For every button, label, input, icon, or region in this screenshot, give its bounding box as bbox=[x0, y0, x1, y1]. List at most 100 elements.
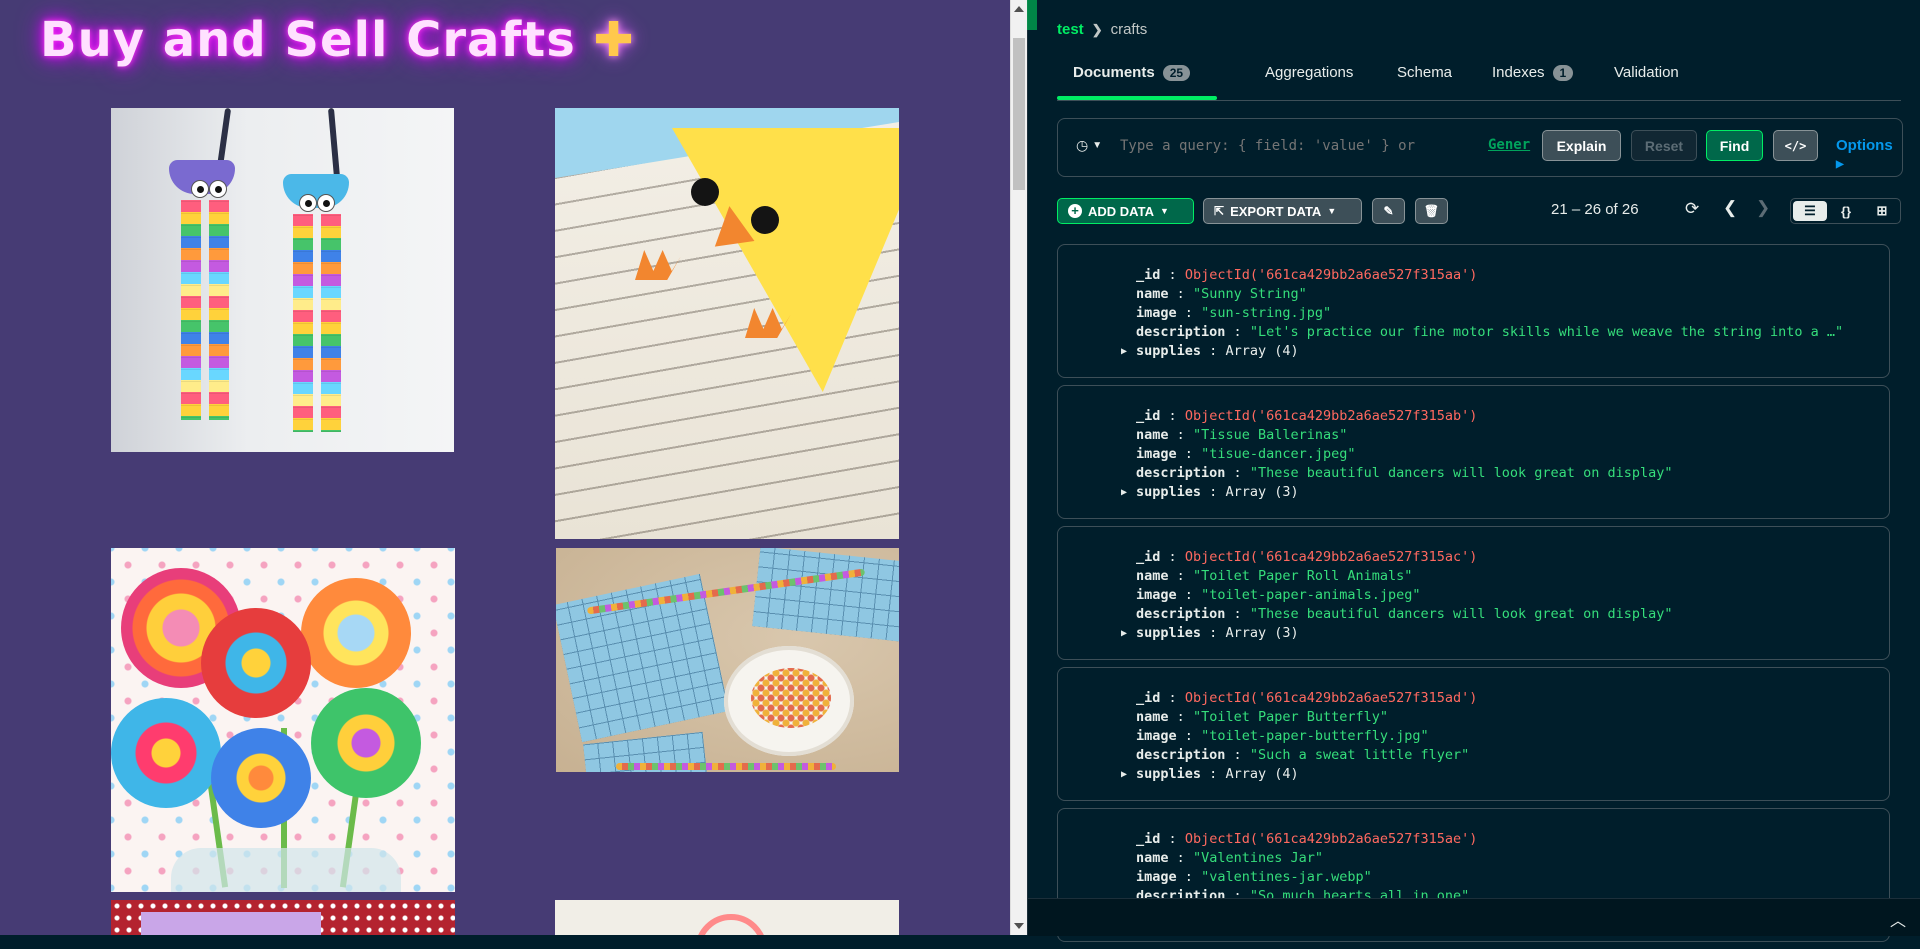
table-view-icon[interactable]: ⊞ bbox=[1865, 201, 1899, 221]
scrollbar-thumb[interactable] bbox=[1013, 38, 1025, 190]
tab-aggregations[interactable]: Aggregations bbox=[1265, 64, 1353, 81]
field-value: Array (3) bbox=[1225, 625, 1299, 641]
field-row: supplies : Array (4) bbox=[1136, 766, 1299, 782]
tab-documents[interactable]: Documents 25 bbox=[1073, 64, 1191, 81]
field-value: "Toilet Paper Roll Animals" bbox=[1192, 568, 1413, 584]
breadcrumb: test ❯ crafts bbox=[1057, 21, 1147, 38]
field-value: Array (4) bbox=[1225, 766, 1299, 782]
export-icon: ⇱ bbox=[1214, 204, 1225, 218]
field-value: ObjectId('661ca429bb2a6ae527f315ac') bbox=[1184, 549, 1478, 565]
breadcrumb-database[interactable]: test bbox=[1057, 21, 1084, 38]
query-bar: ◷ ▼ Gener Explain Reset Find </> Options… bbox=[1057, 118, 1903, 177]
trash-icon[interactable]: 🗑 bbox=[1415, 198, 1448, 224]
explain-button[interactable]: Explain bbox=[1542, 130, 1621, 161]
document-card[interactable]: _id : ObjectId('661ca429bb2a6ae527f315aa… bbox=[1057, 244, 1890, 378]
site-title: Buy and Sell Crafts ✚ bbox=[40, 12, 635, 68]
plus-circle-icon: + bbox=[1068, 204, 1082, 218]
generate-query-link[interactable]: Gener bbox=[1488, 137, 1530, 153]
tab-schema[interactable]: Schema bbox=[1397, 64, 1452, 81]
site-scrollbar[interactable] bbox=[1010, 0, 1028, 935]
field-row: _id : ObjectId('661ca429bb2a6ae527f315aa… bbox=[1136, 267, 1478, 283]
chevron-right-icon[interactable]: ❯ bbox=[1756, 198, 1770, 218]
expand-caret-icon[interactable]: ▶ bbox=[1121, 346, 1127, 357]
field-value: "These beautiful dancers will look great… bbox=[1249, 465, 1673, 481]
field-value: ObjectId('661ca429bb2a6ae527f315ae') bbox=[1184, 831, 1478, 847]
field-row: name : "Valentines Jar" bbox=[1136, 850, 1323, 866]
craft-image-felt-flowers[interactable] bbox=[111, 548, 455, 892]
chevron-right-icon: ❯ bbox=[1091, 21, 1103, 37]
export-data-button[interactable]: ⇱ EXPORT DATA ▼ bbox=[1203, 198, 1362, 224]
field-value: ObjectId('661ca429bb2a6ae527f315ad') bbox=[1184, 690, 1478, 706]
tab-label: Aggregations bbox=[1265, 64, 1354, 81]
pagination-info: 21 – 26 of 26 bbox=[1551, 201, 1639, 218]
field-value: "Such a sweat little flyer" bbox=[1249, 747, 1470, 763]
options-label: Options bbox=[1836, 137, 1893, 154]
craft-image-chick-bookmark[interactable] bbox=[555, 108, 899, 539]
tab-indexes[interactable]: Indexes 1 bbox=[1492, 64, 1574, 81]
json-view-icon[interactable]: {} bbox=[1829, 201, 1863, 221]
craft-image-partial-left[interactable] bbox=[111, 900, 455, 935]
tab-validation[interactable]: Validation bbox=[1614, 64, 1679, 81]
field-row: _id : ObjectId('661ca429bb2a6ae527f315ad… bbox=[1136, 690, 1478, 706]
field-value: "These beautiful dancers will look great… bbox=[1249, 606, 1673, 622]
field-value: "Sunny String" bbox=[1192, 286, 1307, 302]
crafts-site: Buy and Sell Crafts ✚ bbox=[0, 0, 1010, 935]
site-title-text: Buy and Sell Crafts bbox=[40, 12, 576, 68]
shell-bar[interactable]: ︿ bbox=[1028, 898, 1920, 936]
add-data-label: ADD DATA bbox=[1088, 203, 1154, 219]
documents-count-badge: 25 bbox=[1162, 64, 1191, 81]
craft-image-cereal-necklaces[interactable] bbox=[556, 548, 899, 772]
options-toggle[interactable]: Options ▶ bbox=[1836, 137, 1902, 171]
expand-caret-icon[interactable]: ▶ bbox=[1121, 628, 1127, 639]
chevron-up-icon[interactable]: ︿ bbox=[1890, 907, 1906, 931]
add-data-button[interactable]: + ADD DATA ▼ bbox=[1057, 198, 1194, 224]
tab-label: Schema bbox=[1397, 64, 1453, 81]
field-value: Array (3) bbox=[1225, 484, 1299, 500]
field-row: supplies : Array (4) bbox=[1136, 343, 1299, 359]
refresh-icon[interactable]: ⟳ bbox=[1685, 199, 1699, 219]
document-card[interactable]: _id : ObjectId('661ca429bb2a6ae527f315ad… bbox=[1057, 667, 1890, 801]
export-data-label: EXPORT DATA bbox=[1230, 203, 1322, 219]
edit-pencil-icon[interactable]: ✎ bbox=[1372, 198, 1405, 224]
field-row: _id : ObjectId('661ca429bb2a6ae527f315ac… bbox=[1136, 549, 1478, 565]
field-row: image : "tisue-dancer.jpeg" bbox=[1136, 446, 1356, 462]
expand-caret-icon[interactable]: ▶ bbox=[1121, 487, 1127, 498]
active-tab-indicator bbox=[1057, 96, 1217, 100]
caret-down-icon: ▼ bbox=[1327, 206, 1337, 216]
craft-image-bead-jellyfish[interactable] bbox=[111, 108, 454, 452]
expand-caret-icon[interactable]: ▶ bbox=[1121, 769, 1127, 780]
scroll-up-icon[interactable] bbox=[1014, 6, 1024, 12]
field-row: name : "Toilet Paper Butterfly" bbox=[1136, 709, 1389, 725]
field-row: description : "These beautiful dancers w… bbox=[1136, 606, 1673, 622]
field-row: description : "These beautiful dancers w… bbox=[1136, 465, 1673, 481]
craft-image-partial-right[interactable] bbox=[555, 900, 899, 935]
field-row: name : "Sunny String" bbox=[1136, 286, 1307, 302]
scroll-down-icon[interactable] bbox=[1014, 923, 1024, 929]
chevron-left-icon[interactable]: ❮ bbox=[1723, 198, 1737, 218]
code-icon[interactable]: </> bbox=[1773, 130, 1818, 161]
field-row: image : "valentines-jar.webp" bbox=[1136, 869, 1372, 885]
reset-button[interactable]: Reset bbox=[1631, 130, 1697, 161]
document-card[interactable]: _id : ObjectId('661ca429bb2a6ae527f315ab… bbox=[1057, 385, 1890, 519]
find-button[interactable]: Find bbox=[1706, 130, 1763, 161]
document-card[interactable]: _id : ObjectId('661ca429bb2a6ae527f315ac… bbox=[1057, 526, 1890, 660]
clock-icon: ◷ bbox=[1076, 137, 1089, 153]
field-row: _id : ObjectId('661ca429bb2a6ae527f315ae… bbox=[1136, 831, 1478, 847]
view-switcher: ☰ {} ⊞ bbox=[1790, 198, 1901, 224]
field-row: name : "Tissue Ballerinas" bbox=[1136, 427, 1348, 443]
caret-down-icon: ▼ bbox=[1159, 206, 1169, 216]
field-value: "tisue-dancer.jpeg" bbox=[1201, 446, 1356, 462]
field-value: Array (4) bbox=[1225, 343, 1299, 359]
field-value: "Let's practice our fine motor skills wh… bbox=[1249, 324, 1844, 340]
query-input[interactable] bbox=[1118, 137, 1502, 155]
indexes-count-badge: 1 bbox=[1552, 64, 1574, 81]
field-value: "valentines-jar.webp" bbox=[1201, 869, 1372, 885]
document-list: _id : ObjectId('661ca429bb2a6ae527f315aa… bbox=[1057, 244, 1894, 949]
field-value: "Tissue Ballerinas" bbox=[1192, 427, 1348, 443]
field-value: "sun-string.jpg" bbox=[1201, 305, 1332, 321]
field-row: image : "sun-string.jpg" bbox=[1136, 305, 1332, 321]
breadcrumb-collection[interactable]: crafts bbox=[1111, 21, 1148, 38]
query-history-button[interactable]: ◷ ▼ bbox=[1076, 137, 1102, 154]
field-value: "toilet-paper-animals.jpeg" bbox=[1201, 587, 1421, 603]
list-view-icon[interactable]: ☰ bbox=[1793, 201, 1827, 221]
